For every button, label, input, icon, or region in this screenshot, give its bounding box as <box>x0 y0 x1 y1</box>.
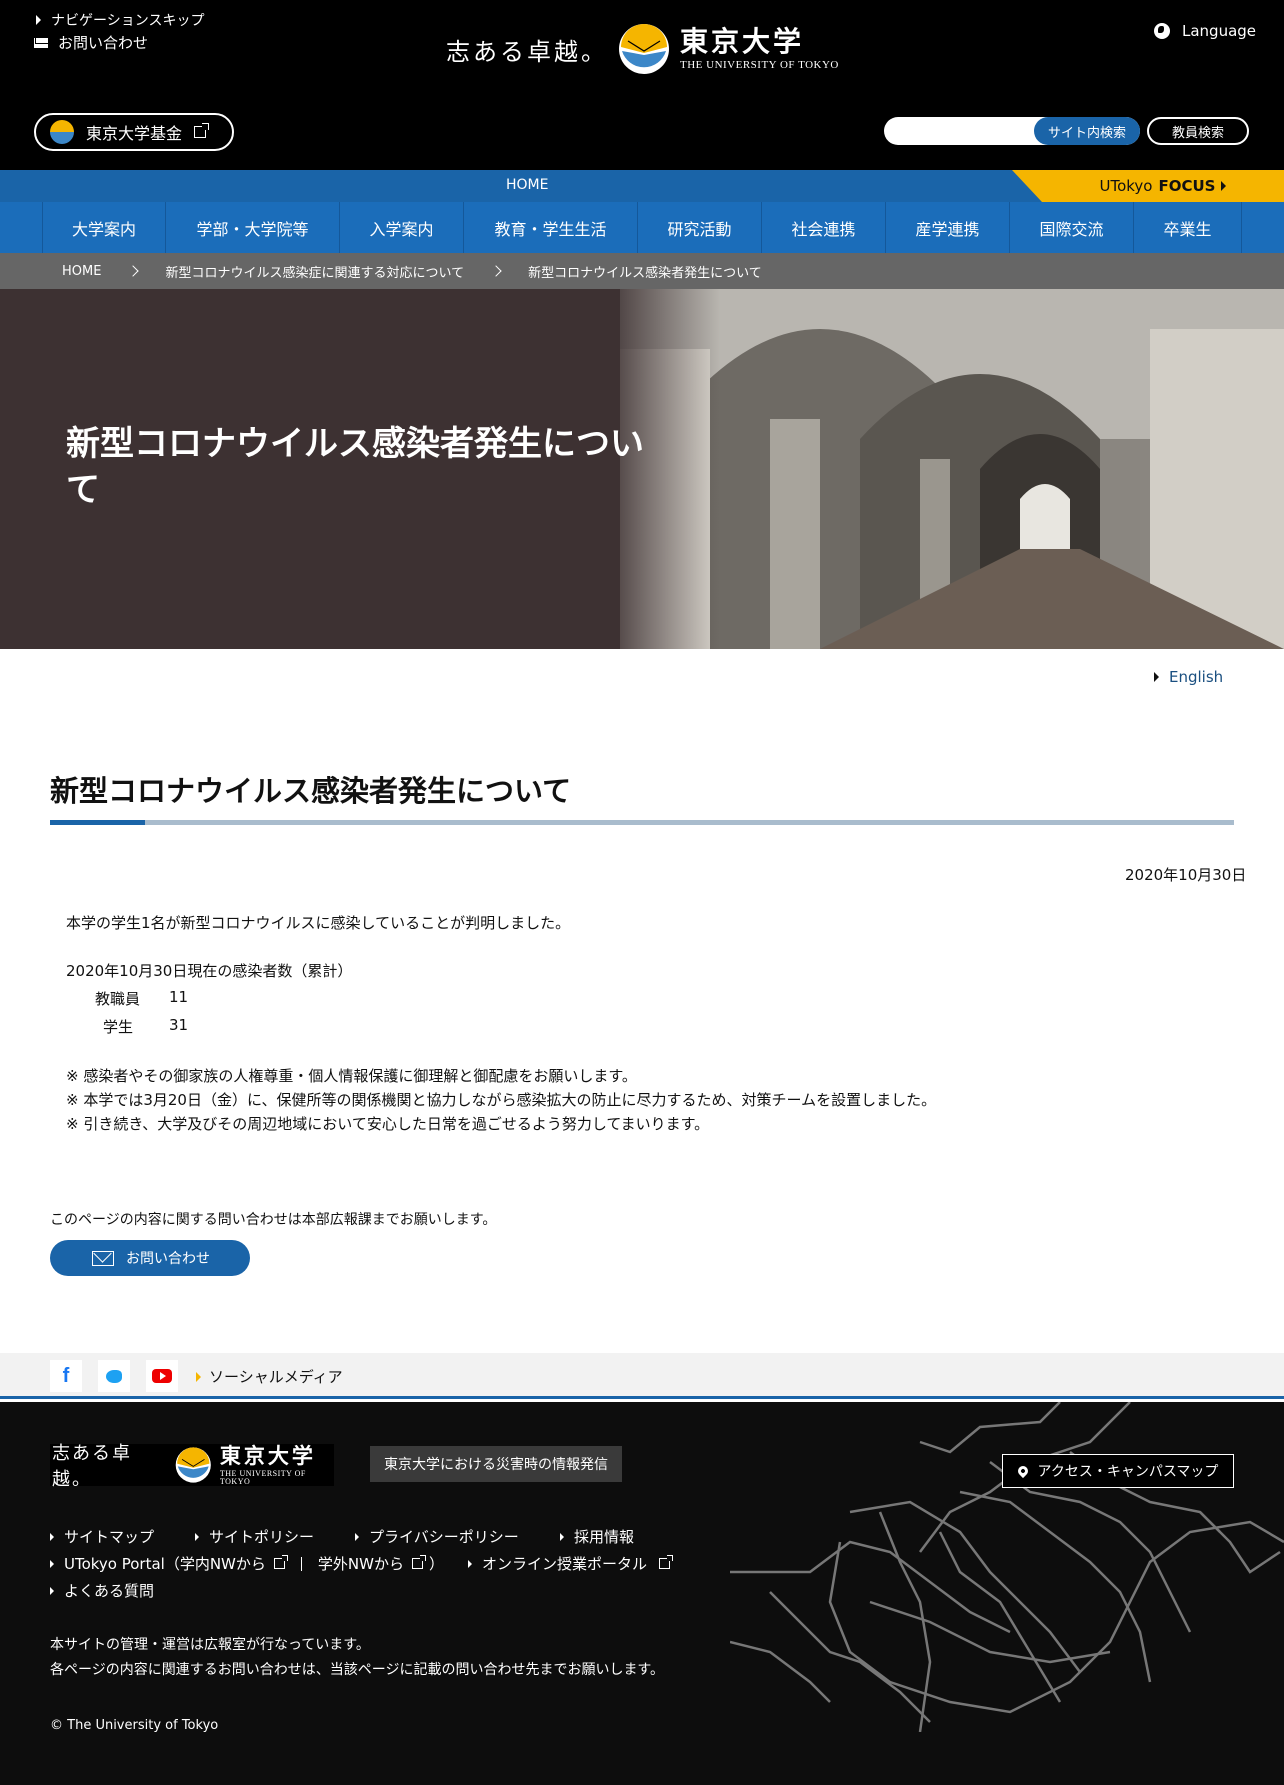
caret-right-icon <box>1154 672 1159 682</box>
mail-icon <box>92 1250 114 1266</box>
caret-right-icon <box>50 1559 54 1568</box>
footer-link-privacy-policy[interactable]: プライバシーポリシー <box>355 1526 519 1547</box>
youtube-icon <box>152 1369 172 1383</box>
publish-date: 2020年10月30日 <box>1125 866 1247 884</box>
facebook-icon: f <box>62 1364 70 1387</box>
site-logo[interactable]: 志ある卓越。 東京大学 THE UNIVERSITY OF TOKYO <box>446 20 839 78</box>
footer-link-recruitment[interactable]: 採用情報 <box>560 1526 634 1547</box>
nav-item-social-collaboration[interactable]: 社会連携 <box>762 202 886 253</box>
top-bar: HOME UTokyo FOCUS <box>0 170 1284 202</box>
nav-item-international[interactable]: 国際交流 <box>1010 202 1134 253</box>
globe-icon <box>1154 23 1170 39</box>
count-label-students: 学生 <box>103 1018 134 1036</box>
note-item: ※ 感染者やその御家族の人権尊重・個人情報保護に御理解と御配慮をお願いします。 <box>66 1067 637 1085</box>
ginkgo-logo-icon <box>176 1447 212 1483</box>
count-value-students: 31 <box>169 1016 189 1034</box>
search-input[interactable] <box>884 117 1034 145</box>
footer-link-site-policy[interactable]: サイトポリシー <box>195 1526 314 1547</box>
disaster-info-button[interactable]: 東京大学における災害時の情報発信 <box>370 1446 622 1482</box>
twitter-link[interactable] <box>98 1360 130 1392</box>
logo-slogan: 志ある卓越。 <box>52 1443 132 1490</box>
hero-banner: 新型コロナウイルス感染者発生について <box>0 289 1284 649</box>
count-heading: 2020年10月30日現在の感染者数（累計） <box>66 962 353 980</box>
english-version-link[interactable]: English <box>1154 668 1223 686</box>
mail-icon <box>34 37 48 48</box>
portal-outside-link[interactable]: 学外NWから <box>318 1553 404 1574</box>
footer-link-faq[interactable]: よくある質問 <box>50 1580 154 1601</box>
footer-logo[interactable]: 志ある卓越。 東京大学 THE UNIVERSITY OF TOKYO <box>50 1442 334 1490</box>
title-underline <box>50 820 1234 825</box>
caret-right-icon <box>50 1586 54 1595</box>
external-link-icon <box>273 1555 288 1569</box>
site-header: ナビゲーションスキップ お問い合わせ 志ある卓越。 東京大学 THE UNIVE… <box>0 0 1284 170</box>
chevron-right-icon <box>127 265 140 277</box>
contact-note: このページの内容に関する問い合わせは本部広報課までお願いします。 <box>50 1212 497 1228</box>
caret-right-icon <box>1221 181 1227 191</box>
logo-name-jp: 東京大学 <box>680 24 805 58</box>
hero-title: 新型コロナウイルス感染者発生について <box>66 424 644 510</box>
site-search-button[interactable]: サイト内検索 <box>1034 117 1140 145</box>
nav-item-industry-collaboration[interactable]: 産学連携 <box>886 202 1010 253</box>
count-value-staff: 11 <box>169 988 189 1006</box>
chevron-right-icon <box>490 265 502 277</box>
contact-button[interactable]: お問い合わせ <box>50 1240 250 1276</box>
intro-text: 本学の学生1名が新型コロナウイルスに感染していることが判明しました。 <box>66 914 571 932</box>
skip-navigation-link[interactable]: ナビゲーションスキップ <box>36 10 204 30</box>
logo-name-en: THE UNIVERSITY OF TOKYO <box>219 1468 306 1486</box>
logo-name-jp: 東京大学 <box>219 1442 316 1468</box>
twitter-icon <box>106 1369 122 1383</box>
youtube-link[interactable] <box>146 1360 178 1392</box>
campus-map-button[interactable]: アクセス・キャンパスマップ <box>1002 1454 1234 1488</box>
caret-right-icon <box>560 1532 564 1541</box>
footer-link-sitemap[interactable]: サイトマップ <box>50 1526 154 1547</box>
home-link[interactable]: HOME <box>506 177 548 193</box>
logo-name-en: THE UNIVERSITY OF TOKYO <box>680 58 839 71</box>
facebook-link[interactable]: f <box>50 1360 82 1392</box>
breadcrumb-current: 新型コロナウイルス感染者発生について <box>528 265 762 281</box>
caret-right-icon <box>36 15 41 25</box>
caret-right-icon <box>196 1371 201 1382</box>
copyright: © The University of Tokyo <box>50 1718 219 1733</box>
social-media-link[interactable]: ソーシャルメディア <box>196 1366 343 1387</box>
caret-right-icon <box>50 1532 54 1541</box>
nav-item-student-life[interactable]: 教育・学生生活 <box>464 202 638 253</box>
nav-item-admissions[interactable]: 入学案内 <box>340 202 464 253</box>
page-title: 新型コロナウイルス感染者発生について <box>50 774 572 808</box>
header-contact-link[interactable]: お問い合わせ <box>34 32 148 53</box>
external-link-icon <box>194 123 210 138</box>
external-link-icon <box>659 1555 674 1569</box>
main-navigation: 大学案内 学部・大学院等 入学案内 教育・学生生活 研究活動 社会連携 産学連携… <box>0 202 1284 253</box>
campus-network-map-graphic <box>730 1402 1284 1732</box>
footer-link-utokyo-portal[interactable]: UTokyo Portal（学内NWから 学外NWから ） <box>50 1553 444 1574</box>
note-item: ※ 引き続き、大学及びその周辺地域において安心した日常を過ごせるよう努力してまい… <box>66 1115 710 1133</box>
footer-link-online-class-portal[interactable]: オンライン授業ポータル <box>468 1553 674 1574</box>
footer-note: 各ページの内容に関連するお問い合わせは、当該ページに記載の問い合わせ先までお願い… <box>50 1662 665 1678</box>
caret-right-icon <box>468 1559 472 1568</box>
external-link-icon <box>411 1555 426 1569</box>
note-item: ※ 本学では3月20日（金）に、保健所等の関係機関と協力しながら感染拡大の防止に… <box>66 1091 937 1109</box>
breadcrumb-home[interactable]: HOME <box>62 264 101 279</box>
utokyo-focus-link[interactable]: UTokyo FOCUS <box>1012 170 1284 202</box>
nav-item-research[interactable]: 研究活動 <box>638 202 762 253</box>
nav-item-alumni[interactable]: 卒業生 <box>1134 202 1242 253</box>
breadcrumb-covid-response[interactable]: 新型コロナウイルス感染症に関連する対応について <box>165 262 464 281</box>
fund-logo-icon <box>50 120 74 144</box>
faculty-search-button[interactable]: 教員検索 <box>1147 117 1249 145</box>
breadcrumb: HOME 新型コロナウイルス感染症に関連する対応について 新型コロナウイルス感染… <box>0 253 1284 289</box>
nav-item-faculties[interactable]: 学部・大学院等 <box>166 202 340 253</box>
social-media-bar: f ソーシャルメディア <box>0 1353 1284 1399</box>
site-search-form: サイト内検索 <box>884 117 1140 145</box>
logo-slogan: 志ある卓越。 <box>446 37 608 66</box>
ginkgo-logo-icon <box>619 24 669 74</box>
caret-right-icon <box>355 1532 359 1541</box>
nav-item-about[interactable]: 大学案内 <box>42 202 166 253</box>
map-pin-icon <box>1015 1463 1030 1479</box>
count-label-staff: 教職員 <box>95 990 141 1008</box>
language-selector[interactable]: Language <box>1154 22 1256 40</box>
footer-note: 本サイトの管理・運営は広報室が行なっています。 <box>50 1637 370 1653</box>
utokyo-fund-button[interactable]: 東京大学基金 <box>34 113 234 151</box>
caret-right-icon <box>195 1532 199 1541</box>
